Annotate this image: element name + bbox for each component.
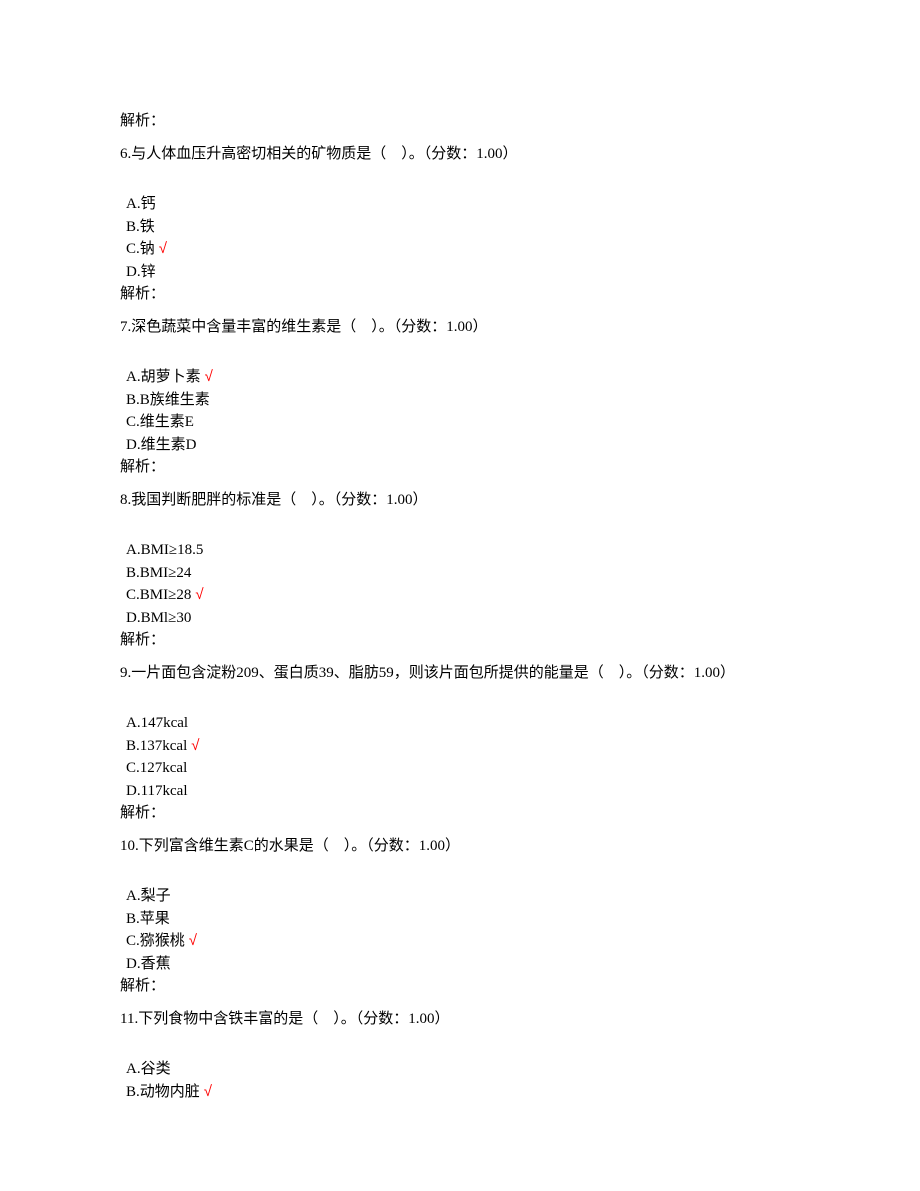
option-b: B.BMI≥24 (126, 562, 800, 585)
option-text: D.BMl≥30 (126, 610, 191, 626)
option-text: A.BMI≥18.5 (126, 542, 203, 558)
question-10: 10.下列富含维生素C的水果是（ ）。（分数：1.00） A.梨子 B.苹果 C… (120, 835, 800, 998)
options-group: A.BMI≥18.5 B.BMI≥24 C.BMI≥28√ D.BMl≥30 (126, 539, 800, 629)
options-group: A.钙 B.铁 C.钠√ D.锌 (126, 193, 800, 283)
check-icon: √ (200, 1083, 212, 1100)
option-d: D.BMl≥30 (126, 607, 800, 630)
option-b: B.B族维生素 (126, 389, 800, 412)
option-text: B.苹果 (126, 911, 170, 927)
options-group: A.胡萝卜素√ B.B族维生素 C.维生素E D.维生素D (126, 366, 800, 456)
question-7: 7.深色蔬菜中含量丰富的维生素是（ ）。（分数：1.00） A.胡萝卜素√ B.… (120, 316, 800, 479)
option-text: A.胡萝卜素 (126, 369, 201, 385)
page-root: 解析： 6.与人体血压升高密切相关的矿物质是（ ）。（分数：1.00） A.钙 … (0, 0, 920, 1191)
check-icon: √ (201, 368, 213, 385)
option-text: B.BMI≥24 (126, 565, 191, 581)
option-d: D.维生素D (126, 434, 800, 457)
option-text: B.铁 (126, 219, 155, 235)
option-text: C.钠 (126, 241, 155, 257)
option-text: A.梨子 (126, 888, 171, 904)
option-a: A.BMI≥18.5 (126, 539, 800, 562)
option-text: A.147kcal (126, 715, 188, 731)
option-text: C.猕猴桃 (126, 933, 185, 949)
option-text: C.BMI≥28 (126, 587, 191, 603)
check-icon: √ (187, 737, 199, 754)
option-text: D.香蕉 (126, 956, 171, 972)
option-text: B.动物内脏 (126, 1084, 200, 1100)
option-text: D.维生素D (126, 437, 196, 453)
question-9: 9.一片面包含淀粉209、蛋白质39、脂肪59，则该片面包所提供的能量是（ ）。… (120, 662, 800, 825)
option-a: A.钙 (126, 193, 800, 216)
question-stem: 11.下列食物中含铁丰富的是（ ）。（分数：1.00） (120, 1008, 800, 1031)
option-text: D.锌 (126, 264, 156, 280)
options-group: A.147kcal B.137kcal√ C.127kcal D.117kcal (126, 712, 800, 802)
option-b: B.铁 (126, 216, 800, 239)
analysis-label: 解析： (120, 975, 800, 998)
option-a: A.147kcal (126, 712, 800, 735)
q5-tail: 解析： (120, 110, 800, 133)
question-stem: 10.下列富含维生素C的水果是（ ）。（分数：1.00） (120, 835, 800, 858)
option-d: D.锌 (126, 261, 800, 284)
option-b: B.苹果 (126, 908, 800, 931)
option-c: C.猕猴桃√ (126, 930, 800, 953)
option-d: D.117kcal (126, 780, 800, 803)
analysis-label: 解析： (120, 283, 800, 306)
option-a: A.梨子 (126, 885, 800, 908)
analysis-label: 解析： (120, 456, 800, 479)
question-8: 8.我国判断肥胖的标准是（ ）。（分数：1.00） A.BMI≥18.5 B.B… (120, 489, 800, 652)
option-text: D.117kcal (126, 783, 188, 799)
analysis-label: 解析： (120, 110, 800, 133)
options-group: A.谷类 B.动物内脏√ (126, 1058, 800, 1103)
option-a: A.胡萝卜素√ (126, 366, 800, 389)
analysis-label: 解析： (120, 802, 800, 825)
option-text: B.137kcal (126, 738, 187, 754)
option-c: C.BMI≥28√ (126, 584, 800, 607)
check-icon: √ (155, 240, 167, 257)
option-a: A.谷类 (126, 1058, 800, 1081)
option-c: C.钠√ (126, 238, 800, 261)
question-11: 11.下列食物中含铁丰富的是（ ）。（分数：1.00） A.谷类 B.动物内脏√ (120, 1008, 800, 1104)
question-stem: 9.一片面包含淀粉209、蛋白质39、脂肪59，则该片面包所提供的能量是（ ）。… (120, 662, 800, 685)
check-icon: √ (191, 586, 203, 603)
option-c: C.维生素E (126, 411, 800, 434)
option-text: B.B族维生素 (126, 392, 210, 408)
option-text: A.钙 (126, 196, 156, 212)
question-stem: 7.深色蔬菜中含量丰富的维生素是（ ）。（分数：1.00） (120, 316, 800, 339)
analysis-label: 解析： (120, 629, 800, 652)
option-d: D.香蕉 (126, 953, 800, 976)
check-icon: √ (185, 932, 197, 949)
option-b: B.动物内脏√ (126, 1081, 800, 1104)
question-6: 6.与人体血压升高密切相关的矿物质是（ ）。（分数：1.00） A.钙 B.铁 … (120, 143, 800, 306)
option-text: C.127kcal (126, 760, 187, 776)
question-stem: 6.与人体血压升高密切相关的矿物质是（ ）。（分数：1.00） (120, 143, 800, 166)
option-b: B.137kcal√ (126, 735, 800, 758)
question-stem: 8.我国判断肥胖的标准是（ ）。（分数：1.00） (120, 489, 800, 512)
options-group: A.梨子 B.苹果 C.猕猴桃√ D.香蕉 (126, 885, 800, 975)
option-text: C.维生素E (126, 414, 194, 430)
option-text: A.谷类 (126, 1061, 171, 1077)
option-c: C.127kcal (126, 757, 800, 780)
